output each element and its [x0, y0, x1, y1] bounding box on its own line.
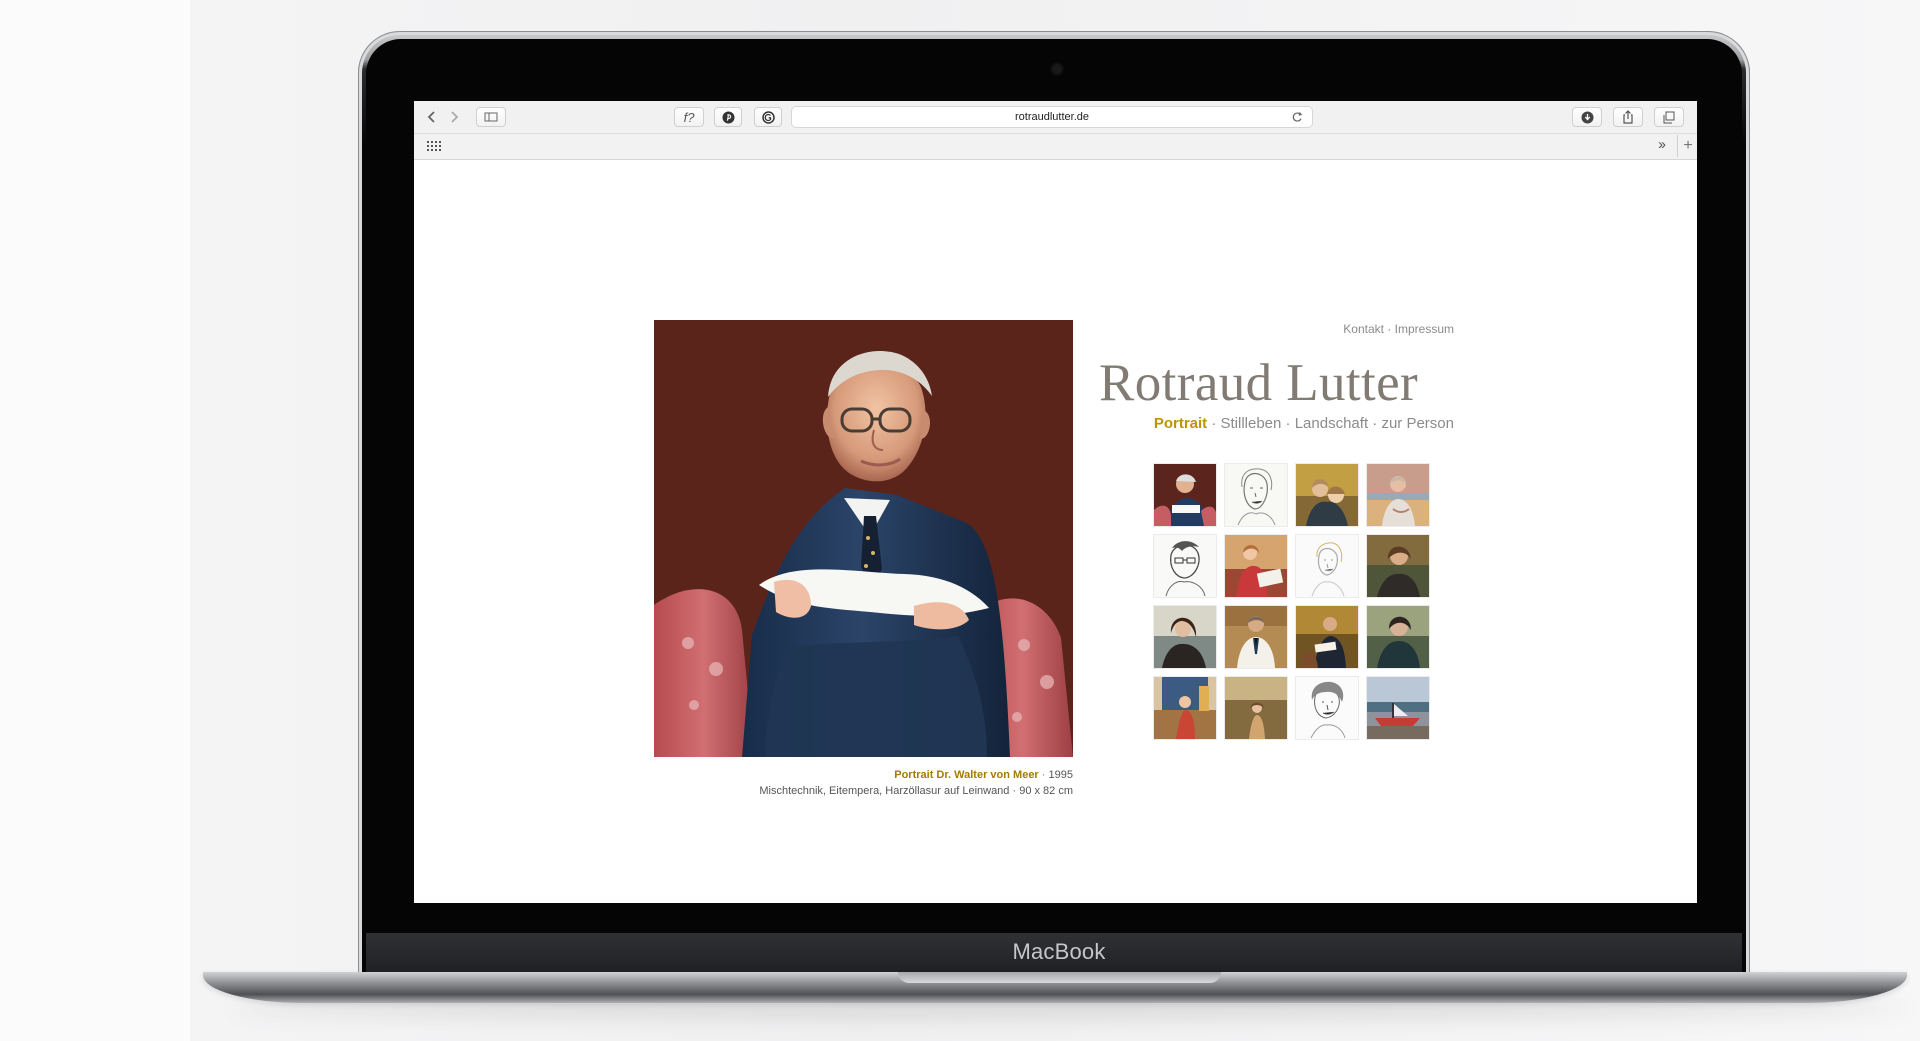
safari-toolbar: f? rotraudlutter.de — [414, 101, 1697, 134]
portrait-thumbnail-7[interactable] — [1296, 535, 1358, 597]
download-icon — [1581, 111, 1593, 123]
portrait-thumbnail-12[interactable] — [1367, 606, 1429, 668]
portrait-thumbnail-13[interactable] — [1154, 677, 1216, 739]
chevron-left-icon — [427, 111, 435, 123]
category-stillleben[interactable]: Stillleben — [1221, 415, 1282, 432]
sidebar-icon — [484, 112, 498, 122]
contact-link[interactable]: Kontakt — [1343, 322, 1384, 336]
background-band — [0, 0, 190, 1041]
portrait-thumbnail-10[interactable] — [1225, 606, 1287, 668]
chevron-right-icon — [451, 111, 459, 123]
portrait-thumbnail-14[interactable] — [1225, 677, 1287, 739]
portrait-thumbnail-8[interactable] — [1367, 535, 1429, 597]
portrait-thumbnail-4[interactable] — [1367, 464, 1429, 526]
category-zur-person[interactable]: zur Person — [1381, 415, 1454, 432]
portrait-thumbnail-grid — [1154, 464, 1436, 746]
share-button[interactable] — [1613, 107, 1643, 127]
category-separator-2: · — [1285, 415, 1291, 432]
portrait-thumbnail-6[interactable] — [1225, 535, 1287, 597]
browser-screen: f? rotraudlutter.de ›› + Portrait Dr. Wa… — [414, 101, 1697, 903]
extension-circle-icon — [761, 110, 775, 124]
macbook-mockup-scene: f? rotraudlutter.de ›› + Portrait Dr. Wa… — [0, 0, 1920, 1041]
address-bar[interactable]: rotraudlutter.de — [791, 106, 1313, 128]
favorites-grid-icon[interactable] — [426, 140, 442, 153]
category-separator-3: · — [1372, 415, 1378, 432]
featured-work-caption: Portrait Dr. Walter von Meer · 1995 Misc… — [654, 767, 1073, 799]
portrait-thumbnail-3[interactable] — [1296, 464, 1358, 526]
artist-name-heading: Rotraud Lutter — [1099, 354, 1419, 412]
imprint-link[interactable]: Impressum — [1395, 322, 1454, 336]
tabs-icon — [1663, 111, 1675, 123]
utility-links: Kontakt · Impressum — [1099, 322, 1454, 336]
font-extension-button[interactable]: f? — [674, 107, 704, 127]
category-separator-1: · — [1211, 415, 1217, 432]
reload-icon[interactable] — [1291, 111, 1303, 123]
macbook-brand-label: MacBook — [1012, 939, 1106, 964]
share-icon — [1623, 110, 1633, 124]
new-tab-button[interactable]: + — [1677, 135, 1697, 157]
forward-button[interactable] — [444, 107, 464, 127]
portrait-thumbnail-2[interactable] — [1225, 464, 1287, 526]
address-url: rotraudlutter.de — [1015, 111, 1089, 123]
category-portrait[interactable]: Portrait — [1154, 415, 1207, 432]
caption-separator: · — [1041, 769, 1046, 781]
portrait-thumbnail-1[interactable] — [1154, 464, 1216, 526]
portrait-thumbnail-11[interactable] — [1296, 606, 1358, 668]
favorites-bar: ›› + — [414, 134, 1697, 159]
portrait-thumbnail-5[interactable] — [1154, 535, 1216, 597]
camera-icon — [1052, 64, 1062, 74]
featured-work-title: Portrait Dr. Walter von Meer — [894, 769, 1039, 781]
portrait-thumbnail-16[interactable] — [1367, 677, 1429, 739]
sidebar-button[interactable] — [476, 107, 506, 127]
category-landschaft[interactable]: Landschaft — [1295, 415, 1368, 432]
gallery-sidebar: Kontakt · Impressum Rotraud Lutter Portr… — [1099, 320, 1454, 750]
portrait-thumbnail-9[interactable] — [1154, 606, 1216, 668]
portrait-painting-illustration — [654, 320, 1073, 757]
back-button[interactable] — [422, 107, 442, 127]
featured-work-details: Mischtechnik, Eitempera, Harzöllasur auf… — [759, 785, 1073, 797]
tabs-overview-button[interactable] — [1654, 107, 1684, 127]
downloads-button[interactable] — [1572, 107, 1602, 127]
utility-separator: · — [1387, 322, 1392, 336]
grammarly-button[interactable] — [754, 107, 782, 127]
featured-portrait-image[interactable] — [654, 320, 1073, 757]
category-navigation: Portrait · Stillleben · Landschaft · zur… — [1099, 415, 1454, 432]
favorites-overflow-button[interactable]: ›› — [1658, 136, 1666, 153]
safari-browser-chrome: f? rotraudlutter.de ›› + — [414, 101, 1697, 160]
laptop-open-notch — [898, 972, 1221, 983]
featured-work-year: 1995 — [1048, 769, 1073, 781]
font-extension-label: f? — [683, 109, 695, 125]
pinterest-button[interactable] — [714, 107, 742, 127]
portrait-thumbnail-15[interactable] — [1296, 677, 1358, 739]
featured-work-title-line: Portrait Dr. Walter von Meer · 1995 — [654, 767, 1073, 783]
pinterest-icon — [722, 111, 734, 123]
